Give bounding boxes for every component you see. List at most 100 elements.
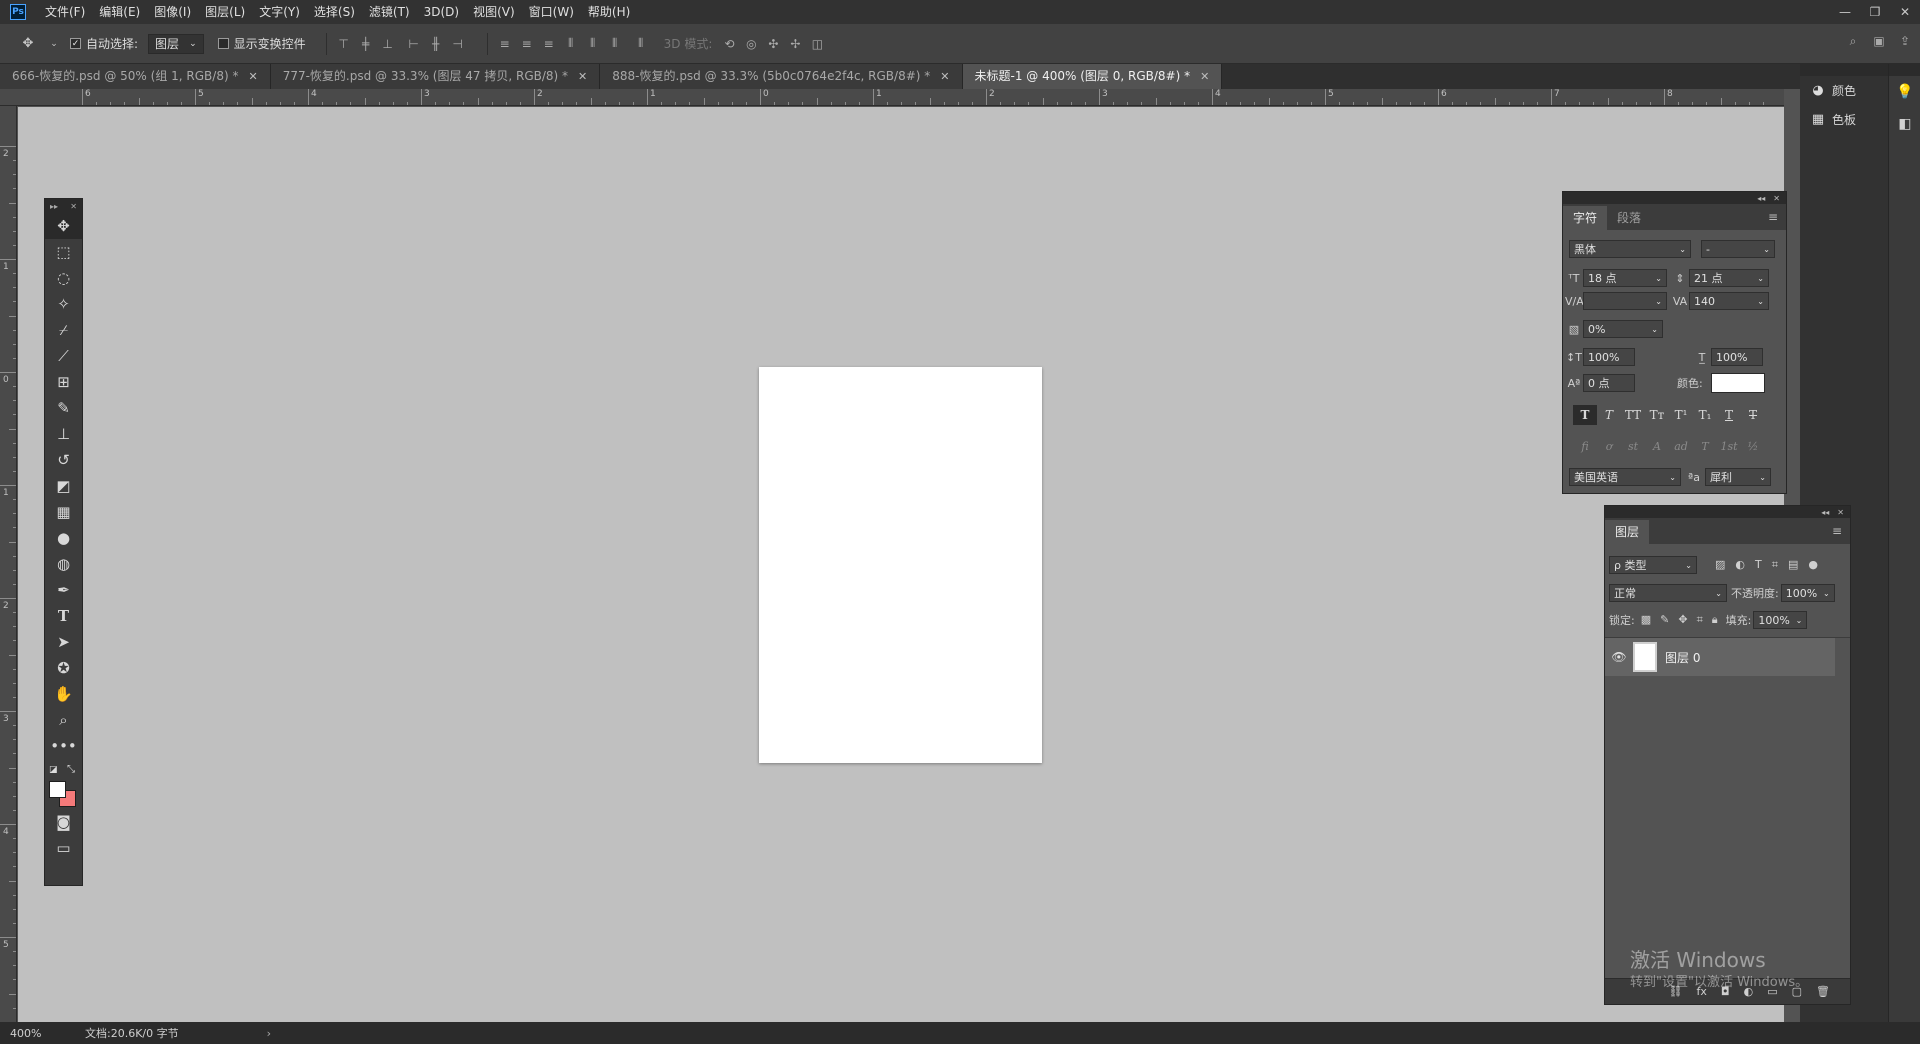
path-selection-tool[interactable]: ➤	[45, 629, 82, 655]
pen-tool[interactable]: ✒	[45, 577, 82, 603]
type-tool[interactable]: T	[45, 603, 82, 629]
filter-adjustment-icon[interactable]: ◐	[1735, 558, 1745, 572]
foreground-color-swatch[interactable]	[49, 781, 66, 798]
lock-transparency-icon[interactable]: ▩	[1641, 613, 1651, 627]
crop-tool[interactable]: ⌿	[45, 317, 82, 343]
close-icon[interactable]: ✕	[1773, 194, 1780, 203]
ordinals-button[interactable]: 1st	[1717, 436, 1741, 456]
learn-bulb-icon[interactable]: 💡	[1889, 76, 1920, 108]
tracking-field[interactable]: 140 ⌄	[1689, 292, 1769, 310]
show-transform-checkbox[interactable]: 显示变换控件	[217, 35, 306, 52]
close-icon[interactable]: ✕	[248, 64, 257, 89]
swap-colors-icon[interactable]: ⤡	[67, 764, 75, 775]
dock-item-color[interactable]: ◕ 颜色	[1800, 76, 1888, 105]
align-left-icon[interactable]: ⊢	[407, 37, 421, 51]
filter-pixel-icon[interactable]: ▨	[1715, 558, 1725, 572]
lock-all-icon[interactable]: 🔒︎	[1712, 613, 1718, 627]
swash-button[interactable]: A	[1645, 436, 1669, 456]
delete-layer-icon[interactable]: 🗑	[1816, 985, 1830, 998]
close-icon[interactable]: ✕	[1837, 508, 1844, 517]
custom-shape-tool[interactable]: ✪	[45, 655, 82, 681]
close-window-button[interactable]: ✕	[1890, 0, 1920, 24]
dock-item-swatches[interactable]: ▦ 色板	[1800, 105, 1888, 134]
zoom-level[interactable]: 400%	[0, 1027, 85, 1040]
menu-3d[interactable]: 3D(D)	[417, 0, 466, 24]
text-color-swatch[interactable]	[1711, 373, 1765, 393]
zoom-tool[interactable]: ⌕	[45, 707, 82, 733]
filter-type-icon[interactable]: T	[1755, 558, 1762, 572]
stylistic-alternates-button[interactable]: ad	[1669, 436, 1693, 456]
status-menu-arrow-icon[interactable]: ›	[267, 1027, 271, 1040]
filter-shape-icon[interactable]: ⌗	[1772, 558, 1778, 572]
lock-pixels-icon[interactable]: ✎	[1660, 613, 1669, 627]
distribute-hcenter-icon[interactable]: ⦀	[586, 36, 600, 51]
clone-stamp-tool[interactable]: ⊥	[45, 421, 82, 447]
lock-position-icon[interactable]: ✥	[1678, 613, 1687, 627]
3d-scale-icon[interactable]: ◫	[810, 37, 824, 51]
distribute-left-icon[interactable]: ⦀	[564, 36, 578, 51]
eraser-tool[interactable]: ◩	[45, 473, 82, 499]
tab-paragraph[interactable]: 段落	[1607, 206, 1651, 230]
horizontal-scale-field[interactable]: 100%	[1711, 348, 1763, 366]
vertical-scale-field[interactable]: 100%	[1583, 348, 1635, 366]
lock-artboard-icon[interactable]: ⌗	[1697, 613, 1703, 627]
faux-bold-button[interactable]: T	[1573, 405, 1597, 425]
align-right-icon[interactable]: ⊣	[451, 37, 465, 51]
menu-window[interactable]: 窗口(W)	[522, 0, 581, 24]
strikethrough-button[interactable]: T	[1741, 405, 1765, 425]
tab-document-777[interactable]: 777-恢复的.psd @ 33.3% (图层 47 拷贝, RGB/8) * …	[270, 64, 601, 89]
tab-document-888[interactable]: 888-恢复的.psd @ 33.3% (5b0c0764e2f4c, RGB/…	[600, 64, 963, 89]
quick-mask-icon[interactable]: ◙	[45, 809, 82, 835]
tab-document-untitled[interactable]: 未标题-1 @ 400% (图层 0, RGB/8#) * ✕	[962, 64, 1223, 89]
3d-pan-icon[interactable]: ✣	[766, 37, 780, 51]
share-icon[interactable]: ⇪	[1898, 34, 1912, 48]
opacity-field[interactable]: 100% ⌄	[1780, 584, 1835, 602]
menu-view[interactable]: 视图(V)	[466, 0, 522, 24]
antialias-dropdown[interactable]: 犀利 ⌄	[1705, 468, 1771, 486]
align-hcenter-icon[interactable]: ╫	[429, 37, 443, 51]
underline-button[interactable]: T	[1717, 405, 1741, 425]
align-top-icon[interactable]: ⊤	[337, 37, 351, 51]
distribute-top-icon[interactable]: ≡	[498, 37, 512, 51]
small-caps-button[interactable]: Tт	[1645, 405, 1669, 425]
canvas-area[interactable]	[18, 107, 1784, 1022]
collapse-icon[interactable]: ◂◂	[1757, 194, 1765, 203]
fill-field[interactable]: 100% ⌄	[1753, 611, 1808, 629]
gradient-tool[interactable]: ▦	[45, 499, 82, 525]
search-icon[interactable]: ⌕	[1846, 34, 1860, 48]
tab-character[interactable]: 字符	[1563, 206, 1608, 230]
document-canvas[interactable]	[759, 367, 1042, 763]
tsume-field[interactable]: 0% ⌄	[1583, 320, 1663, 338]
ligatures-button[interactable]: fi	[1573, 436, 1597, 456]
hand-tool[interactable]: ✋	[45, 681, 82, 707]
horizontal-ruler[interactable]: 6 5 4 3 2 1 0 1 2 3 4 5 6 7 8	[0, 89, 1784, 106]
visibility-eye-icon[interactable]: 👁︎	[1605, 650, 1633, 664]
close-icon[interactable]: ✕	[940, 64, 949, 89]
close-icon[interactable]: ✕	[70, 202, 77, 211]
language-dropdown[interactable]: 美国英语 ⌄	[1569, 468, 1681, 486]
titling-alternates-button[interactable]: T	[1693, 436, 1717, 456]
blur-tool[interactable]: ●	[45, 525, 82, 551]
menu-file[interactable]: 文件(F)	[38, 0, 92, 24]
close-icon[interactable]: ✕	[578, 64, 587, 89]
checkbox-unchecked-icon[interactable]	[217, 38, 229, 49]
align-vcenter-icon[interactable]: ╪	[359, 37, 373, 51]
libraries-icon[interactable]: ◧	[1889, 108, 1920, 140]
eyedropper-tool[interactable]: ⟋	[45, 343, 82, 369]
menu-edit[interactable]: 编辑(E)	[92, 0, 147, 24]
auto-align-icon[interactable]: ⫴	[634, 36, 648, 51]
font-size-field[interactable]: 18 点 ⌄	[1583, 269, 1667, 287]
filter-toggle-icon[interactable]: ●	[1808, 558, 1818, 572]
menu-image[interactable]: 图像(I)	[147, 0, 198, 24]
font-family-dropdown[interactable]: 黑体 ⌄	[1569, 240, 1691, 258]
menu-type[interactable]: 文字(Y)	[252, 0, 307, 24]
distribute-bottom-icon[interactable]: ≡	[542, 37, 556, 51]
menu-select[interactable]: 选择(S)	[307, 0, 362, 24]
distribute-right-icon[interactable]: ⦀	[608, 36, 622, 51]
distribute-vcenter-icon[interactable]: ≡	[520, 37, 534, 51]
panel-menu-icon[interactable]: ≡	[1832, 524, 1842, 538]
old-style-button[interactable]: ơ	[1597, 436, 1621, 456]
auto-select-checkbox[interactable]: ✓ 自动选择:	[70, 35, 138, 52]
layer-filter-dropdown[interactable]: ρ 类型 ⌄	[1609, 556, 1697, 574]
3d-slide-icon[interactable]: ✢	[788, 37, 802, 51]
